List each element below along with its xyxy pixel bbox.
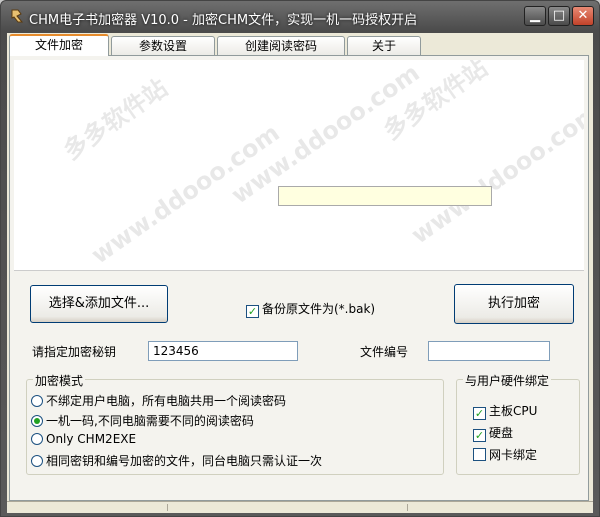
status-divider: [167, 504, 168, 511]
tab-about[interactable]: 关于: [347, 36, 421, 55]
checkbox[interactable]: ✓: [473, 407, 486, 420]
radio-button[interactable]: [31, 415, 43, 427]
bind-disk-row[interactable]: ✓ 硬盘: [473, 424, 513, 442]
tab-file-encrypt[interactable]: 文件加密: [9, 34, 109, 56]
mode-option-same-key[interactable]: 相同密钥和编号加密的文件，同台电脑只需认证一次: [31, 452, 322, 469]
bind-nic-row[interactable]: 网卡绑定: [473, 446, 537, 463]
encrypt-key-label: 请指定加密秘钥: [32, 345, 117, 359]
mode-option-label: 一机一码,不同电脑需要不同的阅读密码: [46, 414, 254, 428]
encryption-mode-group: 加密模式 不绑定用户电脑，所有电脑共用一个阅读密码 一机一码,不同电脑需要不同的…: [26, 372, 444, 475]
backup-checkbox[interactable]: ✓: [246, 305, 259, 318]
checkbox[interactable]: [473, 448, 486, 461]
tab-label: 参数设置: [138, 39, 187, 53]
backup-checkbox-row[interactable]: ✓ 备份原文件为(*.bak): [246, 300, 375, 318]
mode-option-label: Only CHM2EXE: [46, 432, 137, 446]
watermark: 多多软件站: [58, 73, 173, 166]
file-number-input[interactable]: [428, 341, 550, 361]
bind-option-label: 硬盘: [489, 426, 514, 440]
hardware-binding-title: 与用户硬件绑定: [463, 372, 552, 389]
select-add-files-button[interactable]: 选择&添加文件...: [30, 285, 168, 323]
radio-button[interactable]: [31, 455, 43, 467]
mode-option-shared[interactable]: 不绑定用户电脑，所有电脑共用一个阅读密码: [31, 392, 286, 409]
tab-panel: 多多软件站 www.ddooo.com www.ddooo.com 多多软件站 …: [9, 55, 589, 501]
tab-label: 关于: [371, 39, 396, 53]
mode-option-chm2exe[interactable]: Only CHM2EXE: [31, 432, 136, 446]
tab-create-password[interactable]: 创建阅读密码: [217, 36, 345, 55]
bind-option-label: 网卡绑定: [489, 448, 538, 462]
mode-option-per-machine[interactable]: 一机一码,不同电脑需要不同的阅读密码: [31, 412, 254, 429]
radio-button[interactable]: [31, 433, 43, 445]
encrypt-key-input[interactable]: 123456: [148, 341, 298, 361]
app-window: CHM电子书加密器 V10.0 - 加密CHM文件，实现一机一码授权开启 ▁ □…: [0, 0, 600, 517]
minimize-icon: ▁: [530, 8, 540, 23]
tab-parameters[interactable]: 参数设置: [111, 36, 215, 55]
encryption-mode-title: 加密模式: [33, 372, 86, 389]
watermark: www.ddooo.com: [406, 98, 584, 250]
status-bar: [7, 501, 593, 513]
maximize-button[interactable]: □: [548, 6, 570, 26]
radio-selected-dot: [34, 418, 40, 424]
checkbox[interactable]: ✓: [473, 429, 486, 442]
backup-label: 备份原文件为(*.bak): [262, 302, 376, 316]
tab-label: 文件加密: [34, 38, 83, 52]
status-divider: [407, 504, 408, 511]
app-logo-icon: [11, 9, 24, 23]
execute-encrypt-button[interactable]: 执行加密: [454, 284, 574, 324]
maximize-icon: □: [552, 8, 566, 23]
mode-option-label: 不绑定用户电脑，所有电脑共用一个阅读密码: [46, 394, 287, 408]
bind-option-label: 主板CPU: [489, 404, 538, 418]
title-bar[interactable]: CHM电子书加密器 V10.0 - 加密CHM文件，实现一机一码授权开启 ▁ □…: [1, 1, 599, 33]
radio-button[interactable]: [31, 395, 43, 407]
hardware-binding-group: 与用户硬件绑定 ✓ 主板CPU ✓ 硬盘 网卡绑定: [456, 372, 580, 475]
window-title: CHM电子书加密器 V10.0 - 加密CHM文件，实现一机一码授权开启: [29, 13, 418, 28]
client-area: 文件加密 参数设置 创建阅读密码 关于 多多软件站 www.ddooo.com …: [7, 33, 593, 513]
bind-cpu-row[interactable]: ✓ 主板CPU: [473, 402, 537, 420]
close-icon: ✕: [577, 8, 589, 23]
minimize-button[interactable]: ▁: [524, 6, 546, 26]
file-number-label: 文件编号: [360, 345, 409, 359]
close-button[interactable]: ✕: [572, 6, 594, 26]
progress-bar: [278, 186, 492, 206]
tab-label: 创建阅读密码: [244, 39, 317, 53]
file-list-area[interactable]: 多多软件站 www.ddooo.com www.ddooo.com 多多软件站 …: [14, 60, 584, 271]
mode-option-label: 相同密钥和编号加密的文件，同台电脑只需认证一次: [46, 454, 323, 468]
